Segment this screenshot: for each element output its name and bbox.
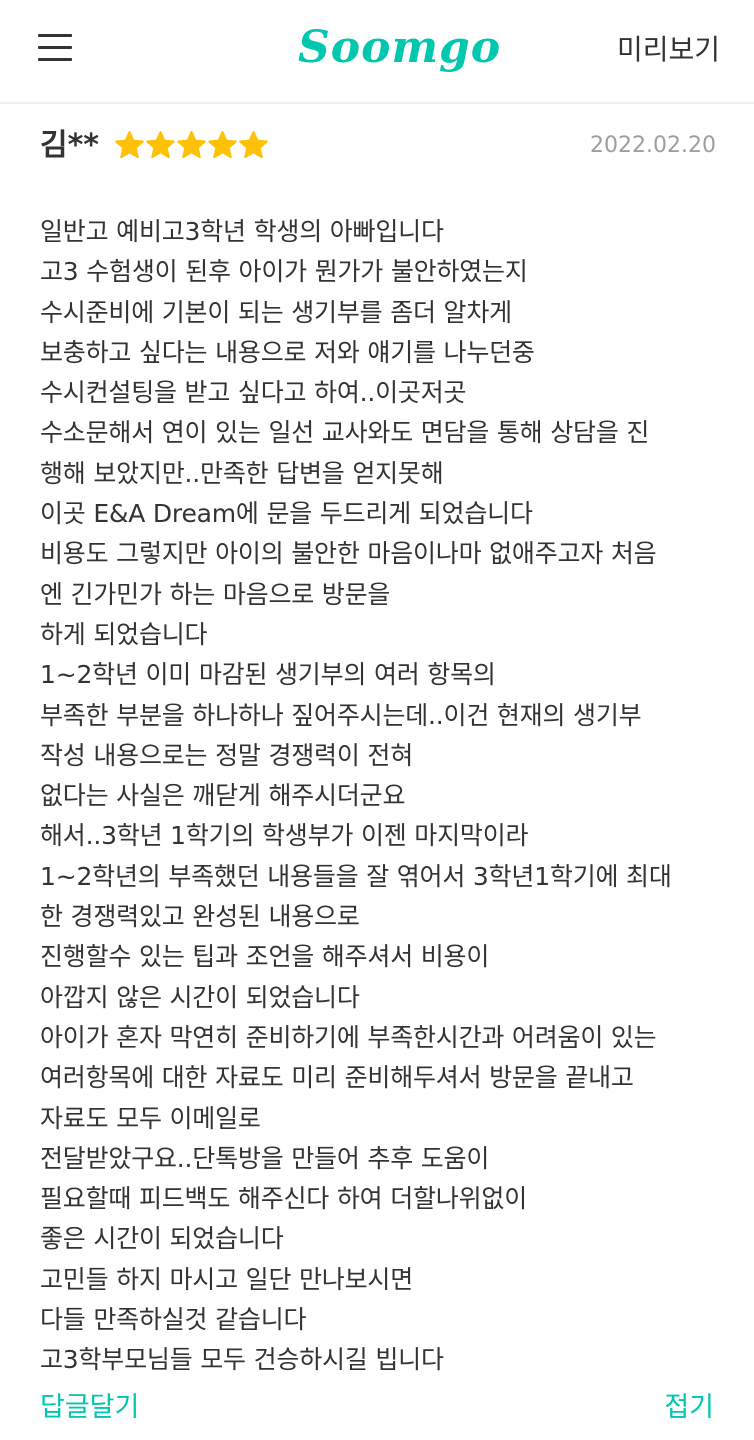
reply-button[interactable]: 답글달기 xyxy=(40,1388,139,1428)
review-line: 아이가 혼자 막연히 준비하기에 부족한시간과 어려움이 있는 xyxy=(40,1022,657,1052)
review-line: 보충하고 싶다는 내용으로 저와 얘기를 나누던중 xyxy=(40,337,535,367)
review-line: 1~2학년 이미 마감된 생기부의 여러 항목의 xyxy=(40,660,496,690)
review-line: 작성 내용으로는 정말 경쟁력이 전혀 xyxy=(40,740,413,770)
review-line: 고3학부모님들 모두 건승하시길 빕니다 xyxy=(40,1345,444,1375)
collapse-button[interactable]: 접기 xyxy=(664,1388,714,1428)
review-line: 부족한 부분을 하나하나 짚어주시는데..이건 현재의 생기부 xyxy=(40,700,642,730)
star-icon xyxy=(114,130,145,162)
review-line: 이곳 E&A Dream에 문을 두드리게 되었습니다 xyxy=(40,499,533,529)
reviewer-name: 김** xyxy=(40,128,99,163)
star-icon xyxy=(176,130,207,162)
review-line: 필요할때 피드백도 해주신다 하여 더할나위없이 xyxy=(40,1184,527,1214)
review-text: 일반고 예비고3학년 학생의 아빠입니다고3 수험생이 된후 아이가 뭔가가 불… xyxy=(40,212,720,1381)
review-line: 여러항목에 대한 자료도 미리 준비해두셔서 방문을 끝내고 xyxy=(40,1063,634,1093)
menu-line xyxy=(38,46,72,49)
review-line: 없다는 사실은 깨닫게 해주시더군요 xyxy=(40,781,406,811)
review-line: 진행할수 있는 팁과 조언을 해주셔서 비용이 xyxy=(40,942,490,972)
menu-line xyxy=(38,58,72,61)
review-line: 일반고 예비고3학년 학생의 아빠입니다 xyxy=(40,217,444,246)
review-header: 김** 2022.02.20 xyxy=(40,124,716,168)
review-line: 전달받았구요..단톡방을 만들어 추후 도움이 xyxy=(40,1143,490,1173)
star-icon xyxy=(238,130,269,162)
review-line: 하게 되었습니다 xyxy=(40,619,208,649)
star-icon xyxy=(207,130,238,162)
star-rating xyxy=(114,130,269,162)
review-line: 수소문해서 연이 있는 일선 교사와도 면담을 통해 상담을 진 xyxy=(40,418,650,448)
review-line: 다들 만족하실것 같습니다 xyxy=(40,1305,307,1335)
review-date: 2022.02.20 xyxy=(590,133,716,158)
review-line: 한 경쟁력있고 완성된 내용으로 xyxy=(40,902,360,932)
menu-line xyxy=(38,34,72,37)
review-line: 자료도 모두 이메일로 xyxy=(40,1103,261,1133)
review-line: 좋은 시간이 되었습니다 xyxy=(40,1224,284,1254)
review-line: 고3 수험생이 된후 아이가 뭔가가 불안하였는지 xyxy=(40,257,528,287)
review-line: 해서..3학년 1학기의 학생부가 이젠 마지막이라 xyxy=(40,821,529,851)
preview-button[interactable]: 미리보기 xyxy=(617,28,720,72)
review-line: 엔 긴가민가 하는 마음으로 방문을 xyxy=(40,579,391,609)
hamburger-menu-icon[interactable] xyxy=(38,30,76,66)
star-icon xyxy=(145,130,176,162)
review-line: 수시컨설팅을 받고 싶다고 하여..이곳저곳 xyxy=(40,378,467,408)
review-line: 비용도 그렇지만 아이의 불안한 마음이나마 없애주고자 처음 xyxy=(40,539,657,569)
soomgo-logo[interactable]: Soomgo xyxy=(298,16,500,80)
review-line: 고민들 하지 마시고 일단 만나보시면 xyxy=(40,1264,413,1294)
review-line: 수시준비에 기본이 되는 생기부를 좀더 알차게 xyxy=(40,297,512,327)
review-line: 1~2학년의 부족했던 내용들을 잘 엮어서 3학년1학기에 최대 xyxy=(40,861,672,891)
top-navigation-bar: Soomgo 미리보기 xyxy=(0,0,754,104)
review-line: 행해 보았지만..만족한 답변을 얻지못해 xyxy=(40,458,444,488)
review-line: 아깝지 않은 시간이 되었습니다 xyxy=(40,982,360,1012)
